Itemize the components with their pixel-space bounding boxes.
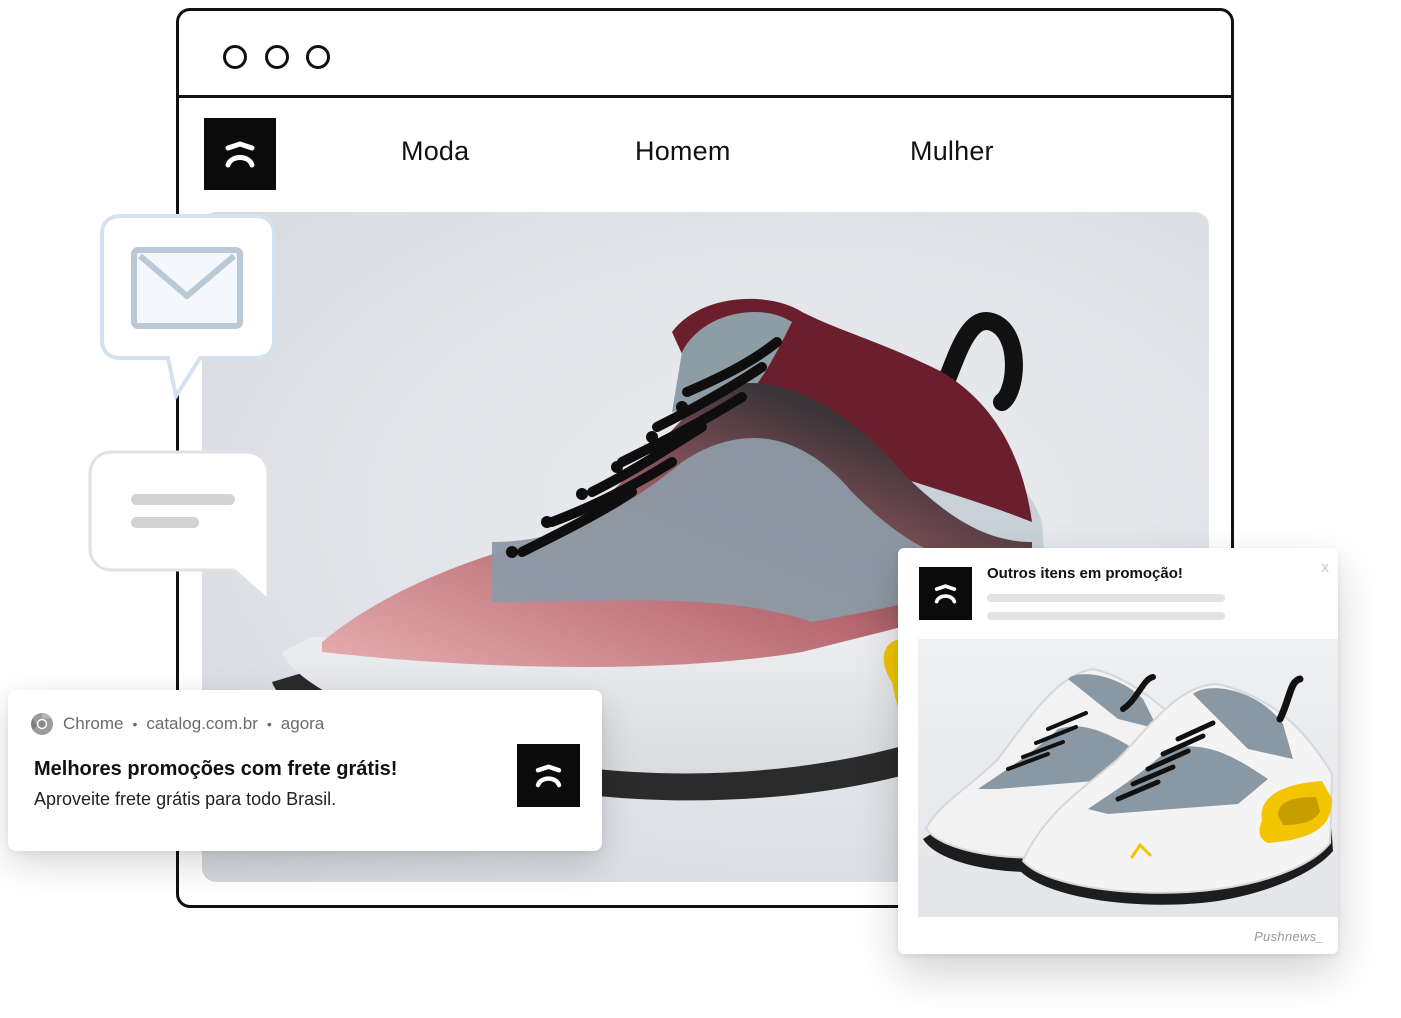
chrome-icon <box>31 713 53 735</box>
push-product-image[interactable] <box>918 639 1338 917</box>
notification-title: Melhores promoções com frete grátis! <box>34 758 398 780</box>
nav-item-homem[interactable]: Homem <box>635 136 731 167</box>
separator-dot: • <box>266 716 272 732</box>
notification-body: Aproveite frete grátis para todo Brasil. <box>34 789 337 809</box>
chrome-push-notification[interactable]: Chrome • catalog.com.br • agora Melhores… <box>8 690 602 851</box>
close-button[interactable]: x <box>1322 559 1330 576</box>
window-control-dot[interactable] <box>306 45 330 69</box>
email-channel-bubble <box>100 214 276 402</box>
placeholder-text-line <box>987 594 1225 602</box>
push-brand-logo <box>919 567 972 620</box>
push-title: Outros itens em promoção! <box>987 565 1183 582</box>
placeholder-text-line <box>987 612 1225 620</box>
pushnews-logo: Pushnews_ <box>1254 929 1324 944</box>
brand-logo-icon <box>225 141 255 168</box>
brand-logo-icon <box>535 764 562 788</box>
window-control-dot[interactable] <box>265 45 289 69</box>
notification-header: Chrome • catalog.com.br • agora <box>30 712 324 736</box>
nav-item-moda[interactable]: Moda <box>401 136 469 167</box>
notification-brand-logo <box>517 744 580 807</box>
brand-logo-icon <box>934 584 957 604</box>
sneakers-pair-image <box>923 667 1334 905</box>
browser-titlebar <box>179 11 1231 98</box>
separator-dot: • <box>132 716 138 732</box>
promo-push-card[interactable]: Outros itens em promoção! x Pushnews_ <box>898 548 1338 954</box>
notification-time: agora <box>280 714 325 733</box>
notification-domain: catalog.com.br <box>146 714 258 733</box>
window-control-dot[interactable] <box>223 45 247 69</box>
notification-app-name: Chrome <box>63 714 124 733</box>
nav-item-mulher[interactable]: Mulher <box>910 136 994 167</box>
message-channel-bubble <box>86 450 272 606</box>
site-logo[interactable] <box>204 118 276 190</box>
mail-icon <box>100 214 276 402</box>
message-lines-icon <box>88 450 270 604</box>
